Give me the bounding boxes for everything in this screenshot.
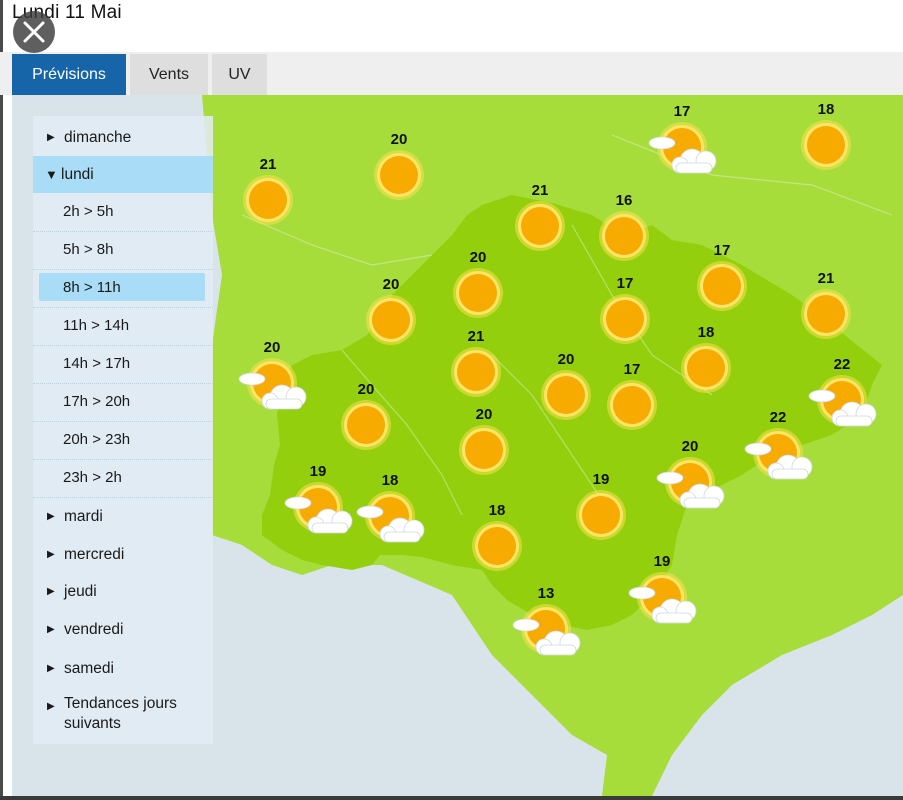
temperature-label: 17: [673, 103, 691, 120]
sun-icon[interactable]: [586, 208, 662, 273]
temperature-label: 22: [769, 409, 787, 426]
temperature-label: 13: [537, 585, 555, 602]
triangle-right-icon: ▶: [47, 511, 55, 522]
tab-bar: Prévisions Vents UV: [0, 52, 903, 95]
sun-icon[interactable]: [788, 117, 864, 182]
sun-cloud-icon[interactable]: [740, 425, 816, 490]
slot-5h-8h[interactable]: 5h > 8h: [33, 231, 213, 270]
day-vendredi[interactable]: ▶ vendredi: [33, 617, 213, 643]
temperature-label: 20: [475, 406, 493, 423]
temperature-label: 20: [469, 249, 487, 266]
slot-23h-2h[interactable]: 23h > 2h: [33, 459, 213, 498]
close-button[interactable]: [13, 11, 55, 53]
sun-icon[interactable]: [668, 340, 744, 405]
temperature-label: 17: [713, 242, 731, 259]
sun-cloud-icon[interactable]: [508, 601, 584, 666]
slot-11h-14h[interactable]: 11h > 14h: [33, 307, 213, 346]
slot-14h-17h[interactable]: 14h > 17h: [33, 345, 213, 384]
sun-cloud-icon[interactable]: [352, 488, 428, 553]
temperature-label: 22: [833, 356, 851, 373]
sun-icon[interactable]: [459, 518, 535, 583]
temperature-label: 21: [467, 328, 485, 345]
slot-8h-11h[interactable]: 8h > 11h: [33, 269, 213, 308]
sun-icon[interactable]: [788, 286, 864, 351]
day-mercredi[interactable]: ▶ mercredi: [33, 542, 213, 568]
day-samedi[interactable]: ▶ samedi: [33, 656, 213, 682]
sun-cloud-icon[interactable]: [652, 454, 728, 519]
sun-cloud-icon[interactable]: [234, 355, 310, 420]
day-mardi[interactable]: ▶ mardi: [33, 504, 213, 530]
day-sidebar: ▶ dimanche ▼ lundi 2h > 5h 5h > 8h 8h > …: [33, 116, 213, 744]
sun-icon[interactable]: [438, 344, 514, 409]
temperature-label: 18: [488, 502, 506, 519]
triangle-right-icon: ▶: [47, 701, 55, 712]
temperature-label: 21: [531, 182, 549, 199]
sun-icon[interactable]: [684, 258, 760, 323]
temperature-label: 18: [381, 472, 399, 489]
temperature-label: 18: [817, 101, 835, 118]
temperature-label: 21: [817, 270, 835, 287]
sun-icon[interactable]: [528, 367, 604, 432]
sun-icon[interactable]: [361, 147, 437, 212]
sun-icon[interactable]: [587, 291, 663, 356]
temperature-label: 17: [623, 361, 641, 378]
tab-uv[interactable]: UV: [212, 54, 267, 95]
day-lundi[interactable]: ▼ lundi: [33, 156, 213, 193]
sun-cloud-icon[interactable]: [624, 569, 700, 634]
temperature-label: 20: [382, 276, 400, 293]
temperature-label: 19: [653, 553, 671, 570]
sun-icon[interactable]: [440, 265, 516, 330]
sun-icon[interactable]: [594, 377, 670, 442]
tab-previsions[interactable]: Prévisions: [12, 54, 126, 95]
triangle-down-icon: ▼: [45, 167, 58, 182]
triangle-right-icon: ▶: [47, 663, 55, 674]
sun-cloud-icon[interactable]: [644, 119, 720, 184]
temperature-label: 16: [615, 192, 633, 209]
temperature-label: 18: [697, 324, 715, 341]
sun-icon[interactable]: [502, 198, 578, 263]
sun-cloud-icon[interactable]: [280, 479, 356, 544]
temperature-label: 17: [616, 275, 634, 292]
sun-icon[interactable]: [563, 487, 639, 552]
sun-icon[interactable]: [353, 292, 429, 357]
temperature-label: 19: [592, 471, 610, 488]
temperature-label: 20: [263, 339, 281, 356]
temperature-label: 19: [309, 463, 327, 480]
triangle-right-icon: ▶: [47, 132, 55, 143]
slot-2h-5h[interactable]: 2h > 5h: [33, 193, 213, 232]
sun-icon[interactable]: [230, 172, 306, 237]
slot-20h-23h[interactable]: 20h > 23h: [33, 421, 213, 460]
triangle-right-icon: ▶: [47, 624, 55, 635]
triangle-right-icon: ▶: [47, 549, 55, 560]
temperature-label: 21: [259, 156, 277, 173]
temperature-label: 20: [557, 351, 575, 368]
temperature-label: 20: [681, 438, 699, 455]
sun-icon[interactable]: [446, 422, 522, 487]
tab-vents[interactable]: Vents: [130, 54, 208, 95]
window-frame-bottom: [0, 796, 903, 800]
window-frame-left: [0, 0, 3, 800]
close-icon: [23, 21, 45, 43]
temperature-label: 20: [357, 381, 375, 398]
slot-17h-20h[interactable]: 17h > 20h: [33, 383, 213, 422]
day-dimanche[interactable]: ▶ dimanche: [33, 124, 213, 152]
triangle-right-icon: ▶: [47, 586, 55, 597]
tendances-jours-suivants[interactable]: ▶ Tendances jours suivants: [33, 694, 213, 738]
temperature-label: 20: [390, 131, 408, 148]
sun-icon[interactable]: [328, 397, 404, 462]
day-jeudi[interactable]: ▶ jeudi: [33, 579, 213, 605]
